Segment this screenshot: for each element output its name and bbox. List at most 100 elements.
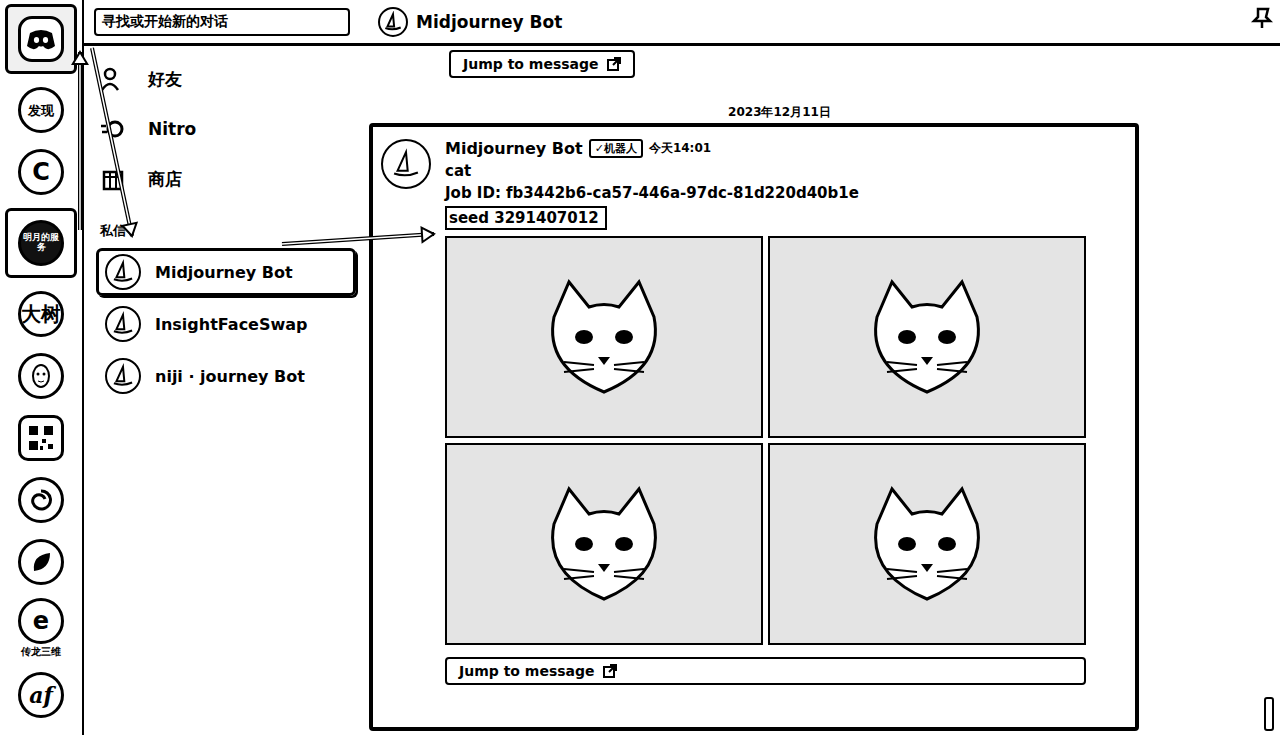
dm-item[interactable]: InsightFaceSwap: [96, 300, 356, 348]
server-icon: [18, 16, 64, 62]
server-item[interactable]: [13, 474, 69, 526]
nav-label: 商店: [148, 168, 182, 191]
server-icon: 明月的服务: [18, 220, 64, 266]
jump-to-message-button[interactable]: Jump to message: [445, 657, 1086, 685]
shop-icon: [100, 166, 126, 192]
nitro-icon: [100, 116, 126, 142]
swirl-icon: [26, 485, 56, 515]
jump-label: Jump to message: [463, 56, 599, 72]
friends-nav-icon: [100, 66, 126, 92]
pin-icon: [1250, 6, 1274, 30]
prompt-text: cat: [445, 162, 1086, 180]
server-icon: C: [18, 149, 64, 195]
nav-label: 好友: [148, 68, 182, 91]
jump-label: Jump to message: [459, 663, 595, 679]
midjourney-boat-icon: [110, 363, 136, 389]
server-item[interactable]: C: [13, 146, 69, 198]
generated-image[interactable]: [445, 236, 763, 438]
author-line: Midjourney Bot ✓机器人今天14:01: [445, 139, 1086, 158]
dm-list: 好友 Nitro 商店私信 Midjourney Bot InsightFaceSwap…: [84, 46, 364, 735]
bot-badge: ✓机器人: [589, 139, 643, 158]
nav-item[interactable]: Nitro: [96, 108, 356, 150]
nav-label: Nitro: [148, 119, 196, 139]
server-item[interactable]: 明月的服务: [5, 208, 77, 278]
message-body: Midjourney Bot ✓机器人今天14:01 cat Job ID: fb34…: [445, 139, 1086, 699]
job-id: Job ID: fb3442b6-ca57-446a-97dc-81d220d4…: [445, 184, 1086, 202]
server-list: 发现 C 明月的服务大树 e 传龙三维 af: [0, 0, 84, 735]
dm-item[interactable]: Midjourney Bot: [96, 248, 356, 296]
external-link-icon: [607, 57, 621, 71]
external-link-icon: [603, 664, 617, 678]
server-item[interactable]: [13, 412, 69, 464]
friends-icon: [100, 66, 126, 92]
server-icon: af: [18, 672, 64, 718]
midjourney-boat-icon: [382, 11, 404, 33]
bot-avatar: [378, 7, 408, 37]
server-icon: [18, 415, 64, 461]
midjourney-boat-icon: [110, 259, 136, 285]
server-icon: [18, 539, 64, 585]
dm-item[interactable]: niji · journey Bot: [96, 352, 356, 400]
server-icon: 大树: [18, 291, 64, 337]
generated-image[interactable]: [768, 443, 1086, 645]
timestamp: 今天14:01: [649, 140, 711, 157]
qr-code-icon: [27, 424, 55, 452]
midjourney-boat-icon: [389, 147, 423, 181]
cat-picture-icon: [857, 484, 997, 604]
server-label: 明月的服务: [21, 231, 61, 255]
channel-header: Midjourney Bot: [378, 7, 1270, 37]
chat-area: Jump to message 2023年12月11日 Midjourney Bot…: [364, 46, 1280, 735]
jump-to-message-button[interactable]: Jump to message: [449, 50, 635, 78]
generated-image[interactable]: [768, 236, 1086, 438]
server-icon: [18, 353, 64, 399]
server-item[interactable]: af: [13, 669, 69, 721]
server-caption: 传龙三维: [21, 645, 61, 659]
top-bar: 寻找或开始新的对话 Midjourney Bot: [84, 0, 1280, 46]
nav-item[interactable]: 商店: [96, 158, 356, 200]
server-label: 大树: [21, 304, 61, 324]
server-item[interactable]: 大树: [13, 288, 69, 340]
dm-avatar: [105, 254, 141, 290]
cat-picture-icon: [534, 277, 674, 397]
dm-name: niji · journey Bot: [155, 367, 305, 386]
leaf-icon: [26, 547, 56, 577]
nitro-nav-icon: [100, 116, 126, 142]
scrollbar[interactable]: [1264, 697, 1274, 731]
server-label: 发现: [28, 104, 54, 117]
server-label: af: [29, 684, 53, 706]
cat-picture-icon: [857, 277, 997, 397]
server-icon: [18, 477, 64, 523]
image-grid: [445, 236, 1086, 645]
server-item[interactable]: [13, 536, 69, 588]
generated-image[interactable]: [445, 443, 763, 645]
face-icon: [26, 361, 56, 391]
server-label: e: [33, 609, 49, 633]
dm-avatar: [105, 358, 141, 394]
server-label: C: [32, 160, 50, 184]
midjourney-boat-icon: [110, 311, 136, 337]
seed-value: seed 3291407012: [445, 206, 607, 230]
cat-picture-icon: [534, 484, 674, 604]
content: 好友 Nitro 商店私信 Midjourney Bot InsightFaceSwap…: [84, 46, 1280, 735]
search-field[interactable]: 寻找或开始新的对话: [94, 8, 350, 36]
dm-section-title: 私信: [100, 222, 356, 240]
server-icon: 发现: [18, 87, 64, 133]
server-icon: e: [18, 598, 64, 644]
dm-avatar: [105, 306, 141, 342]
shop-nav-icon: [100, 166, 126, 192]
server-item[interactable]: 发现: [13, 84, 69, 136]
server-item[interactable]: e 传龙三维: [13, 598, 69, 659]
discord-logo-icon: [26, 27, 56, 51]
dm-name: InsightFaceSwap: [155, 315, 308, 334]
server-item[interactable]: [13, 350, 69, 402]
date-divider: 2023年12月11日: [369, 104, 1280, 121]
message-card: Midjourney Bot ✓机器人今天14:01 cat Job ID: fb34…: [369, 123, 1139, 731]
annotation-arrows: [0, 0, 1280, 735]
author-avatar: [381, 139, 431, 189]
nav-item[interactable]: 好友: [96, 58, 356, 100]
main-area: 寻找或开始新的对话 Midjourney Bot 好友 Nitro 商店私信 Midjou…: [84, 0, 1280, 735]
server-item[interactable]: [5, 4, 77, 74]
pin-icon[interactable]: [1250, 6, 1274, 30]
author-name[interactable]: Midjourney Bot: [445, 139, 583, 158]
channel-title: Midjourney Bot: [416, 12, 562, 32]
